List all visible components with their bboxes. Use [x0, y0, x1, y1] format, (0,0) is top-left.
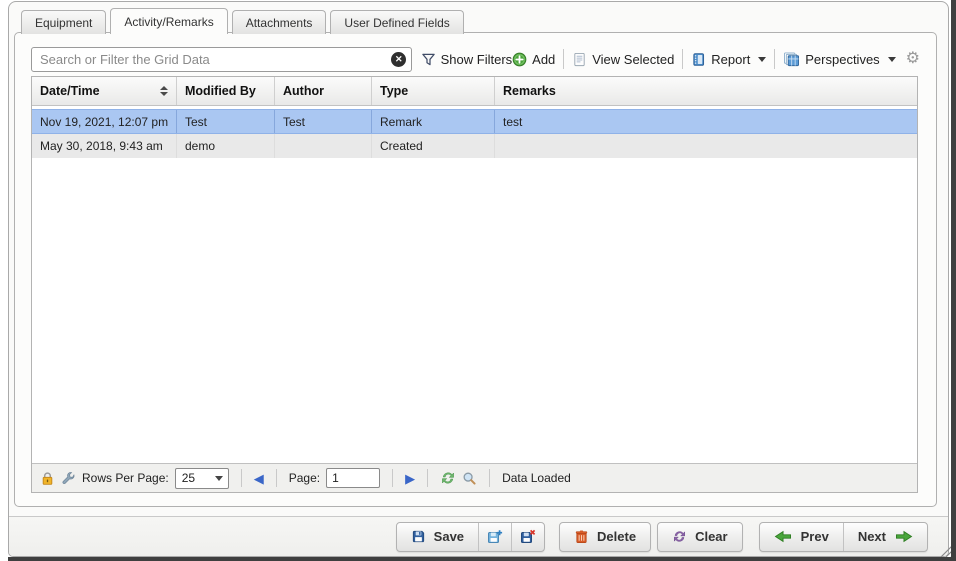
grid-header-row: Date/Time Modified By Author Type Remark…: [32, 77, 917, 106]
save-floppy-icon: [411, 529, 426, 544]
add-plus-icon: [512, 52, 527, 67]
desktop-edge-bottom: [8, 557, 956, 561]
lock-icon[interactable]: [40, 471, 55, 486]
next-page-icon[interactable]: ▶: [405, 472, 415, 485]
save-and-close-button[interactable]: [511, 523, 544, 551]
column-header-datetime[interactable]: Date/Time: [32, 77, 177, 105]
save-button-group: Save: [396, 522, 545, 552]
perspectives-layers-icon: [783, 52, 800, 67]
rows-per-page-select[interactable]: 25: [175, 468, 229, 489]
clear-button[interactable]: Clear: [657, 522, 743, 552]
trash-icon: [574, 529, 589, 544]
arrow-right-icon: [894, 529, 913, 544]
perspectives-dropdown-button[interactable]: Perspectives: [783, 52, 895, 67]
search-input[interactable]: [31, 47, 412, 72]
sort-icon[interactable]: [160, 86, 168, 96]
page-input[interactable]: [326, 468, 380, 488]
report-notebook-icon: [691, 52, 706, 67]
delete-button[interactable]: Delete: [559, 522, 651, 552]
prev-button[interactable]: Prev: [760, 523, 843, 551]
document-icon: [572, 52, 587, 67]
grid-toolbar: ✕ Show Filters Add: [31, 44, 920, 74]
clear-refresh-icon: [672, 529, 687, 544]
chevron-down-icon: [888, 57, 896, 62]
clear-search-icon[interactable]: ✕: [391, 52, 406, 67]
save-new-floppy-plus-icon: [487, 529, 503, 545]
table-row[interactable]: Nov 19, 2021, 12:07 pm Test Test Remark …: [32, 109, 917, 134]
column-header-author[interactable]: Author: [275, 77, 372, 105]
column-header-type[interactable]: Type: [372, 77, 495, 105]
add-button[interactable]: Add: [512, 52, 555, 67]
filter-funnel-icon: [421, 52, 436, 67]
arrow-left-icon: [774, 529, 793, 544]
save-button[interactable]: Save: [397, 523, 478, 551]
grid-empty-area: [32, 158, 917, 463]
tab-strip: Equipment Activity/Remarks Attachments U…: [21, 8, 468, 34]
report-dropdown-button[interactable]: Report: [691, 52, 766, 67]
grid-status-bar: Rows Per Page: 25 ◀ Page: ▶: [32, 463, 917, 492]
activity-remarks-panel: ✕ Show Filters Add: [14, 32, 937, 507]
column-header-modified-by[interactable]: Modified By: [177, 77, 275, 105]
activity-grid: Date/Time Modified By Author Type Remark…: [31, 76, 918, 493]
rows-per-page-label: Rows Per Page:: [82, 471, 169, 485]
chevron-down-icon: [758, 57, 766, 62]
tab-attachments[interactable]: Attachments: [232, 10, 327, 34]
save-close-floppy-x-icon: [520, 529, 536, 545]
prev-page-icon[interactable]: ◀: [254, 472, 264, 485]
page-label: Page:: [289, 471, 320, 485]
desktop-edge-right: [951, 0, 956, 561]
tab-activity-remarks[interactable]: Activity/Remarks: [110, 8, 227, 34]
prev-next-button-group: Prev Next: [759, 522, 928, 552]
show-filters-button[interactable]: Show Filters: [421, 52, 513, 67]
tab-equipment[interactable]: Equipment: [21, 10, 106, 34]
table-row[interactable]: May 30, 2018, 9:43 am demo Created: [32, 134, 917, 158]
status-text: Data Loaded: [502, 471, 571, 485]
column-header-remarks[interactable]: Remarks: [495, 77, 917, 105]
next-button[interactable]: Next: [843, 523, 927, 551]
footer-bar: Save Delete: [9, 516, 948, 556]
view-selected-button[interactable]: View Selected: [572, 52, 674, 67]
magnifier-icon[interactable]: [462, 471, 477, 486]
screen: Equipment Activity/Remarks Attachments U…: [0, 0, 956, 561]
refresh-icon[interactable]: [440, 470, 456, 486]
wrench-icon[interactable]: [61, 471, 76, 486]
tab-user-defined-fields[interactable]: User Defined Fields: [330, 10, 463, 34]
search-box: ✕: [31, 47, 412, 72]
save-and-new-button[interactable]: [478, 523, 511, 551]
equipment-detail-window: Equipment Activity/Remarks Attachments U…: [8, 1, 949, 557]
gear-icon[interactable]: ⚙: [906, 51, 920, 67]
